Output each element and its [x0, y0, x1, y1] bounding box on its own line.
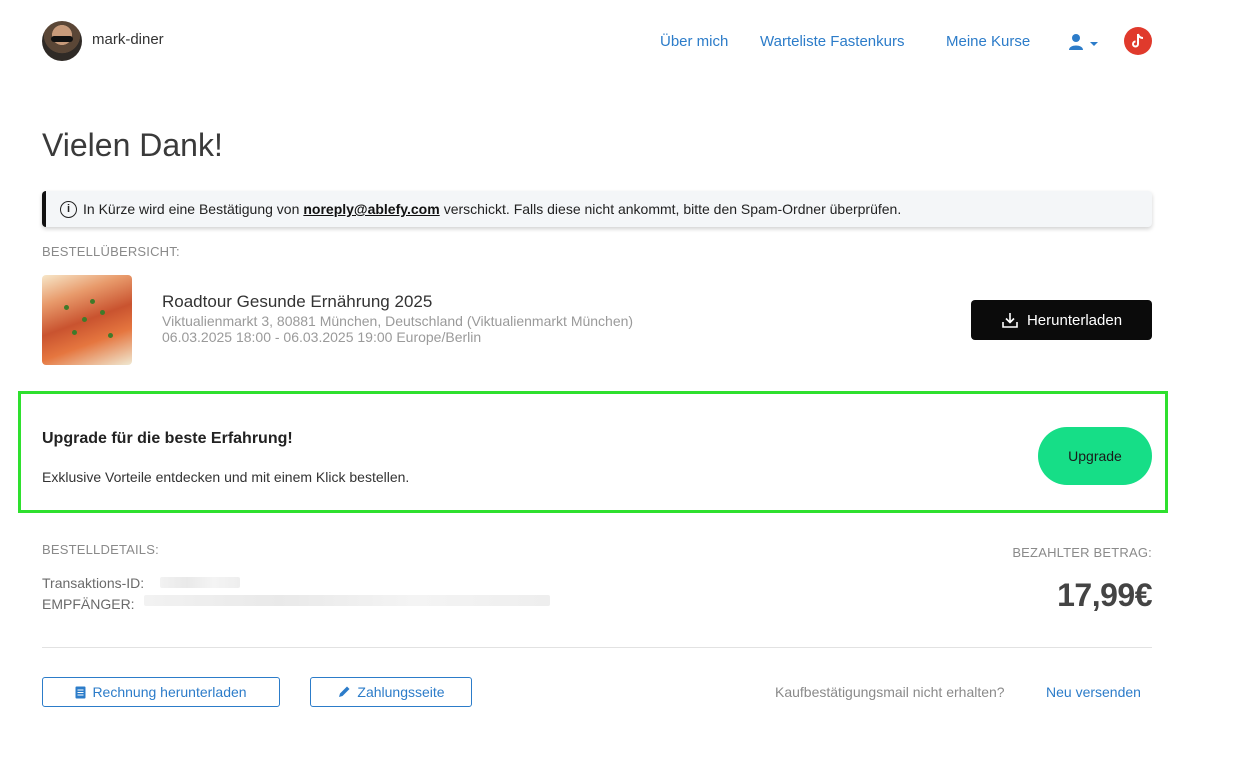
tiktok-icon[interactable]	[1124, 27, 1152, 55]
page-title: Vielen Dank!	[42, 127, 223, 163]
order-details-label: BESTELLDETAILS:	[42, 542, 159, 557]
upgrade-box: Upgrade für die beste Erfahrung! Exklusi…	[18, 391, 1168, 513]
download-label: Herunterladen	[1026, 311, 1123, 329]
resend-question: Kaufbestätigungsmail nicht erhalten?	[775, 684, 1005, 700]
username: mark-diner	[92, 31, 164, 48]
payment-page-label: Zahlungsseite	[357, 684, 445, 700]
avatar-glasses	[51, 36, 73, 42]
upgrade-title: Upgrade für die beste Erfahrung!	[42, 430, 293, 447]
order-overview-label: BESTELLÜBERSICHT:	[42, 244, 180, 259]
upgrade-button[interactable]: Upgrade	[1038, 427, 1152, 485]
resend-link[interactable]: Neu versenden	[1046, 684, 1141, 700]
product-datetime: 06.03.2025 18:00 - 06.03.2025 19:00 Euro…	[162, 329, 482, 345]
pencil-icon	[339, 686, 350, 697]
transaction-id-label: Transaktions-ID:	[42, 575, 145, 591]
amount-label: BEZAHLTER BETRAG:	[1012, 545, 1152, 560]
user-menu[interactable]	[1068, 33, 1102, 51]
info-text-before: In Kürze wird eine Bestätigung von	[83, 201, 300, 217]
product-title: Roadtour Gesunde Ernährung 2025	[162, 292, 433, 311]
info-text-after: verschickt. Falls diese nicht ankommt, b…	[443, 201, 902, 217]
invoice-download-button[interactable]: Rechnung herunterladen	[42, 677, 280, 707]
info-icon: i	[60, 200, 77, 218]
document-icon	[75, 686, 86, 698]
download-icon	[1002, 313, 1018, 328]
paid-amount: 17,99€	[1057, 577, 1152, 613]
noreply-email-link[interactable]: noreply@ablefy.com	[303, 201, 439, 217]
nav-about-me[interactable]: Über mich	[660, 33, 728, 50]
recipient-label: EMPFÄNGER:	[42, 596, 135, 612]
avatar[interactable]	[42, 21, 82, 61]
invoice-download-label: Rechnung herunterladen	[92, 684, 247, 700]
transaction-id-redacted	[160, 577, 240, 588]
caret-down-icon	[1090, 42, 1098, 46]
download-button[interactable]: Herunterladen	[971, 300, 1152, 340]
user-icon	[1069, 34, 1098, 50]
info-alert: i In Kürze wird eine Bestätigung von nor…	[42, 191, 1152, 227]
recipient-redacted	[144, 595, 550, 606]
divider	[42, 647, 1152, 648]
product-image	[42, 275, 132, 365]
nav-my-courses[interactable]: Meine Kurse	[946, 33, 1030, 50]
upgrade-text: Exklusive Vorteile entdecken und mit ein…	[42, 469, 410, 485]
product-location: Viktualienmarkt 3, 80881 München, Deutsc…	[162, 313, 634, 329]
nav-waitlist[interactable]: Warteliste Fastenkurs	[760, 33, 905, 50]
payment-page-button[interactable]: Zahlungsseite	[310, 677, 472, 707]
